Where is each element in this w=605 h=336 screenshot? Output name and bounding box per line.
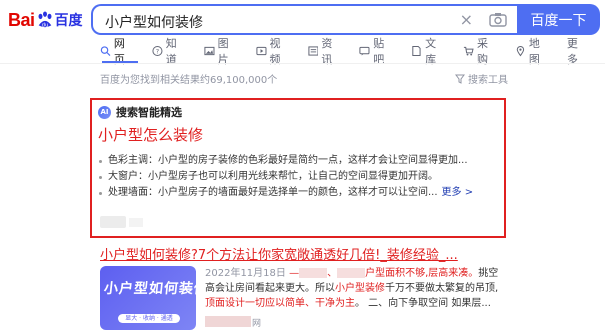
search-box[interactable]: 小户型如何装修 × [91,4,517,35]
result-source[interactable]: 网 [252,316,261,329]
search-submit-button[interactable]: 百度一下 [517,4,600,35]
ai-question-link[interactable]: 小户型怎么装修 [98,124,498,144]
ai-icon: AI [98,105,111,119]
blurred-source-extra [129,218,143,227]
camera-icon[interactable] [489,12,507,27]
tab-video[interactable]: 视频 [256,37,290,66]
tab-images[interactable]: 图片 [204,37,238,66]
forum-icon [359,46,370,56]
ai-card-header: AI 搜索智能精选 [98,104,498,120]
result-count: 百度为您找到相关结果约69,100,000个 [100,75,278,86]
question-icon: ? [152,45,163,57]
search-input[interactable]: 小户型如何装修 [105,12,203,32]
search-icon [100,46,111,56]
result-thumbnail[interactable]: 小户型如何装修 显大 · 收纳 · 通透 [100,266,196,330]
tab-news[interactable]: 资讯 [307,37,342,66]
tab-caigou[interactable]: 采购 [463,37,497,66]
tab-tieba[interactable]: 贴吧 [359,37,393,66]
search-tabs: 网页 ? 知道 图片 视频 资讯 贴吧 文库 采购 地图 更多 [100,37,605,66]
thumbnail-subtitle: 显大 · 收纳 · 通透 [118,314,180,323]
ai-summary-list: 色彩主调：小户型的房子装修的色彩最好是简约一点，这样才会让空间显得更加... 大… [98,153,498,201]
logo-text-baidu: 百度 [54,13,83,29]
blurred-source [205,316,251,327]
blurred-word [337,268,366,278]
search-tools-label: 搜索工具 [468,75,508,86]
thumbnail-title: 小户型如何装修 [103,281,196,297]
doc-icon [412,45,421,57]
cart-icon [464,46,474,56]
tab-zhidao[interactable]: ? 知道 [152,37,186,66]
tab-web[interactable]: 网页 [100,37,134,66]
ai-summary-card: AI 搜索智能精选 小户型怎么装修 色彩主调：小户型的房子装修的色彩最好是简约一… [98,104,498,210]
list-item: 大窗户：小户型房子也可以利用光线来帮忙，让自己的空间显得更加开阔。 [98,169,498,185]
tab-map[interactable]: 地图 [515,37,549,66]
filter-icon [455,74,465,84]
result-title-link[interactable]: 小户型如何装修?7个方法让你家宽敞通透好几倍!_装修经验_... [100,244,458,263]
svg-text:du: du [41,22,48,28]
result-date: 2022年11月18日 [205,268,286,279]
svg-text:?: ? [156,49,159,56]
list-item: 色彩主调：小户型的房子装修的色彩最好是简约一点，这样才会让空间显得更加... [98,153,498,169]
news-icon [307,46,318,56]
list-item: 处理墙面：小户型房子的墙面最好是选择单一的颜色，这样才可以让空间... 更多 > [98,185,498,201]
blurred-source [100,216,126,228]
map-icon [516,46,525,57]
tab-more[interactable]: 更多 [567,37,587,66]
blurred-word [299,268,328,278]
video-icon [256,46,267,56]
ai-card-title: 搜索智能精选 [116,106,182,119]
baidu-logo[interactable]: Bai du 百度 [8,8,83,32]
clear-icon[interactable]: × [460,10,473,29]
header-divider [0,63,605,64]
search-tools-button[interactable]: 搜索工具 [455,71,508,86]
tab-wenku[interactable]: 文库 [411,37,445,66]
result-snippet: 2022年11月18日 —、户型面积不够,层高来凑。挑空高会让房间看起来更大。所… [205,268,499,309]
image-icon [204,46,215,56]
more-link[interactable]: 更多 > [442,187,474,198]
logo-text-bai: Bai [8,9,35,30]
paw-icon: du [38,11,51,28]
